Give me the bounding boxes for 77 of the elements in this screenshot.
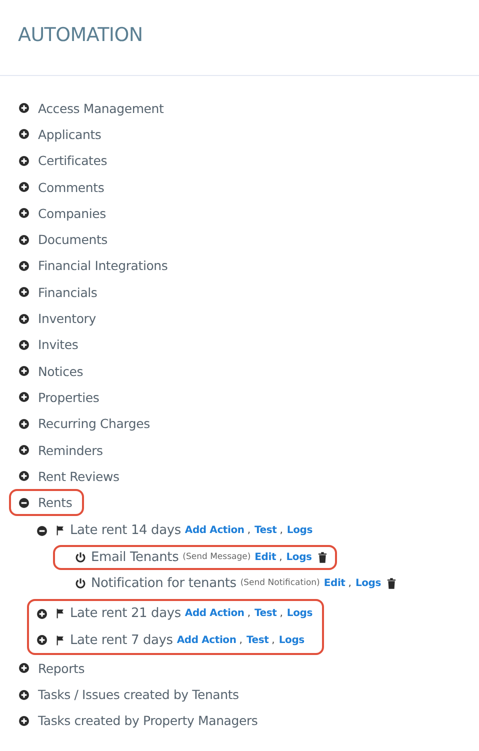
- flag-icon: [56, 525, 64, 536]
- trash-icon[interactable]: [387, 578, 396, 589]
- plus-circle-icon[interactable]: [19, 340, 29, 350]
- category-label[interactable]: Applicants: [38, 126, 102, 142]
- category-label[interactable]: Access Management: [38, 100, 164, 116]
- plus-circle-icon[interactable]: [19, 366, 29, 376]
- category-label[interactable]: Financial Integrations: [38, 258, 168, 274]
- plus-circle-icon[interactable]: [19, 129, 29, 140]
- rule-label: Late rent 21 days: [70, 606, 181, 622]
- plus-circle-icon[interactable]: [19, 690, 29, 700]
- page-title: AUTOMATION: [17, 23, 144, 48]
- power-icon[interactable]: [75, 552, 86, 563]
- link-separator: ,: [247, 525, 251, 536]
- category-label[interactable]: Companies: [38, 206, 106, 221]
- rule-link[interactable]: Logs: [286, 525, 312, 536]
- link-separator: ,: [247, 608, 251, 620]
- link-separator: ,: [272, 634, 275, 646]
- category-label[interactable]: Rent Reviews: [38, 468, 120, 484]
- plus-circle-icon[interactable]: [19, 392, 29, 402]
- category-label[interactable]: Reports: [38, 660, 85, 676]
- plus-circle-icon[interactable]: [19, 314, 29, 324]
- plus-circle-icon[interactable]: [19, 716, 29, 726]
- category-label[interactable]: Rents: [38, 495, 72, 510]
- plus-circle-icon[interactable]: [37, 635, 47, 646]
- rule-label: Late rent 7 days: [70, 632, 173, 648]
- category-label[interactable]: Comments: [38, 180, 104, 195]
- rule-link[interactable]: Test: [246, 634, 269, 646]
- link-separator: ,: [279, 552, 282, 563]
- rule-link[interactable]: Test: [254, 525, 277, 536]
- minus-circle-icon[interactable]: [19, 498, 29, 508]
- plus-circle-icon[interactable]: [37, 608, 47, 619]
- category-label[interactable]: Certificates: [38, 153, 108, 168]
- rule-label: Late rent 14 days: [70, 523, 181, 538]
- flag-icon: [56, 634, 64, 646]
- link-separator: ,: [348, 578, 352, 589]
- category-label[interactable]: Financials: [38, 284, 98, 300]
- action-type: (Send Message): [182, 552, 251, 562]
- category-label[interactable]: Notices: [38, 364, 84, 379]
- plus-circle-icon[interactable]: [19, 663, 29, 674]
- rule-link[interactable]: Logs: [278, 634, 304, 646]
- plus-circle-icon[interactable]: [19, 287, 29, 298]
- category-label[interactable]: Tasks created by Property Managers: [38, 713, 258, 728]
- rule-link[interactable]: Add Action: [176, 634, 236, 646]
- trash-icon[interactable]: [318, 552, 327, 563]
- rule-link[interactable]: Logs: [286, 608, 312, 620]
- plus-circle-icon[interactable]: [19, 260, 29, 271]
- plus-circle-icon[interactable]: [19, 208, 29, 218]
- plus-circle-icon[interactable]: [19, 445, 29, 456]
- category-label[interactable]: Inventory: [38, 311, 96, 326]
- action-link[interactable]: Logs: [355, 578, 382, 589]
- link-separator: ,: [280, 525, 283, 536]
- action-type: (Send Notification): [240, 578, 320, 588]
- category-label[interactable]: Documents: [38, 232, 108, 248]
- category-label[interactable]: Tasks / Issues created by Tenants: [38, 687, 239, 702]
- rule-link[interactable]: Test: [254, 608, 277, 620]
- plus-circle-icon[interactable]: [19, 418, 29, 429]
- action-link[interactable]: Edit: [324, 578, 346, 589]
- action-name: Notification for tenants: [91, 576, 236, 591]
- category-label[interactable]: Reminders: [38, 442, 103, 458]
- action-link[interactable]: Logs: [286, 552, 312, 563]
- plus-circle-icon[interactable]: [19, 471, 29, 482]
- category-label[interactable]: Invites: [38, 337, 78, 352]
- plus-circle-icon[interactable]: [19, 156, 29, 166]
- power-icon[interactable]: [75, 578, 86, 589]
- plus-circle-icon[interactable]: [19, 103, 29, 114]
- category-label[interactable]: Recurring Charges: [38, 416, 150, 432]
- plus-circle-icon[interactable]: [19, 234, 29, 245]
- rule-link[interactable]: Add Action: [184, 525, 244, 536]
- category-label[interactable]: Properties: [38, 390, 100, 405]
- link-separator: ,: [280, 608, 283, 620]
- action-link[interactable]: Edit: [254, 552, 276, 563]
- plus-circle-icon[interactable]: [19, 182, 29, 192]
- rule-link[interactable]: Add Action: [184, 608, 244, 620]
- link-separator: ,: [239, 634, 242, 646]
- action-name: Email Tenants: [91, 550, 179, 565]
- minus-circle-icon[interactable]: [37, 526, 47, 536]
- flag-icon: [56, 608, 64, 620]
